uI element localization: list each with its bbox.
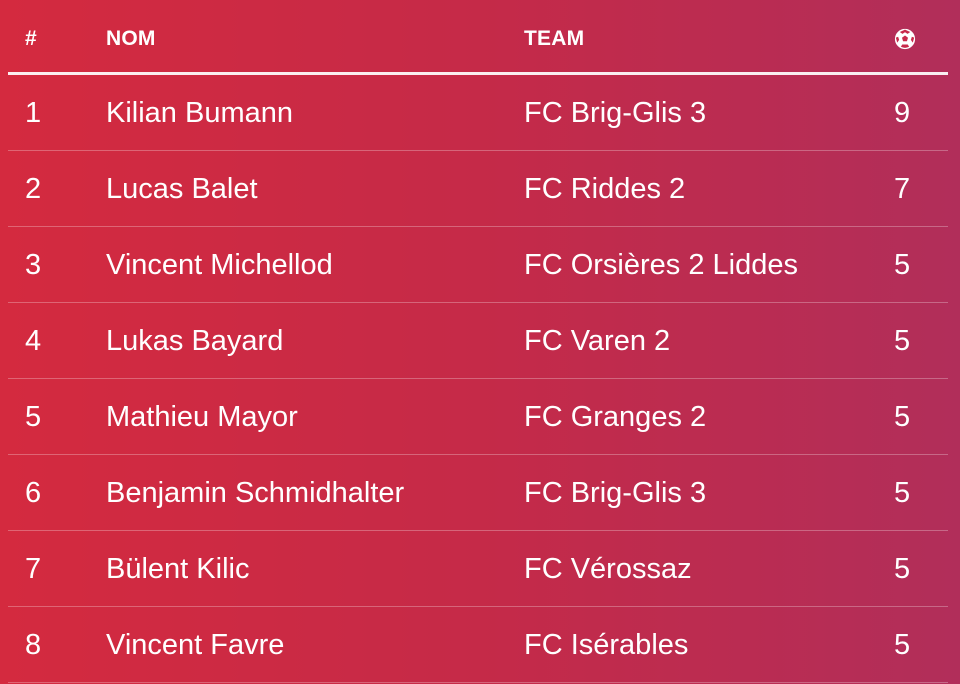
row-rank: 1 — [25, 97, 42, 129]
row-team-name: FC Brig-Glis 3 — [524, 477, 707, 509]
row-goals: 5 — [894, 477, 911, 509]
row-goals: 7 — [894, 173, 911, 205]
row-team-name: FC Varen 2 — [524, 325, 671, 357]
row-player-name: Lukas Bayard — [106, 325, 284, 357]
row-goals: 5 — [894, 629, 911, 661]
soccer-ball-icon — [894, 28, 916, 50]
row-player-name: Bülent Kilic — [106, 553, 250, 585]
table-row: 3 Vincent Michellod FC Orsières 2 Liddes… — [8, 227, 948, 303]
table-row: 2 Lucas Balet FC Riddes 2 7 — [8, 151, 948, 227]
table-row: 7 Bülent Kilic FC Vérossaz 5 — [8, 531, 948, 607]
row-team-name: FC Brig-Glis 3 — [524, 97, 707, 129]
row-goals: 5 — [894, 401, 911, 433]
table-row: 1 Kilian Bumann FC Brig-Glis 3 9 — [8, 75, 948, 151]
row-rank: 4 — [25, 325, 42, 357]
row-player-name: Mathieu Mayor — [106, 401, 298, 433]
row-rank: 5 — [25, 401, 42, 433]
row-team-name: FC Vérossaz — [524, 553, 692, 585]
row-player-name: Vincent Favre — [106, 629, 285, 661]
table-row: 6 Benjamin Schmidhalter FC Brig-Glis 3 5 — [8, 455, 948, 531]
row-goals: 5 — [894, 553, 911, 585]
row-rank: 7 — [25, 553, 42, 585]
row-player-name: Benjamin Schmidhalter — [106, 477, 405, 509]
row-goals: 5 — [894, 249, 911, 281]
table-header: # NOM TEAM — [8, 0, 948, 75]
row-team-name: FC Granges 2 — [524, 401, 707, 433]
row-rank: 6 — [25, 477, 42, 509]
row-team-name: FC Isérables — [524, 629, 689, 661]
row-rank: 8 — [25, 629, 42, 661]
header-rank: # — [25, 27, 37, 50]
row-goals: 5 — [894, 325, 911, 357]
row-rank: 2 — [25, 173, 42, 205]
scorers-table: # NOM TEAM 1 Kilian Bumann FC Brig-Glis … — [8, 0, 948, 683]
row-player-name: Vincent Michellod — [106, 249, 333, 281]
row-team-name: FC Riddes 2 — [524, 173, 686, 205]
row-team-name: FC Orsières 2 Liddes — [524, 249, 798, 281]
table-row: 5 Mathieu Mayor FC Granges 2 5 — [8, 379, 948, 455]
table-row: 8 Vincent Favre FC Isérables 5 — [8, 607, 948, 683]
row-player-name: Lucas Balet — [106, 173, 258, 205]
table-row: 4 Lukas Bayard FC Varen 2 5 — [8, 303, 948, 379]
header-team: TEAM — [524, 27, 585, 50]
table-body: 1 Kilian Bumann FC Brig-Glis 3 9 2 Lucas… — [8, 75, 948, 683]
row-rank: 3 — [25, 249, 42, 281]
row-goals: 9 — [894, 97, 911, 129]
row-player-name: Kilian Bumann — [106, 97, 293, 129]
header-name: NOM — [106, 27, 156, 50]
